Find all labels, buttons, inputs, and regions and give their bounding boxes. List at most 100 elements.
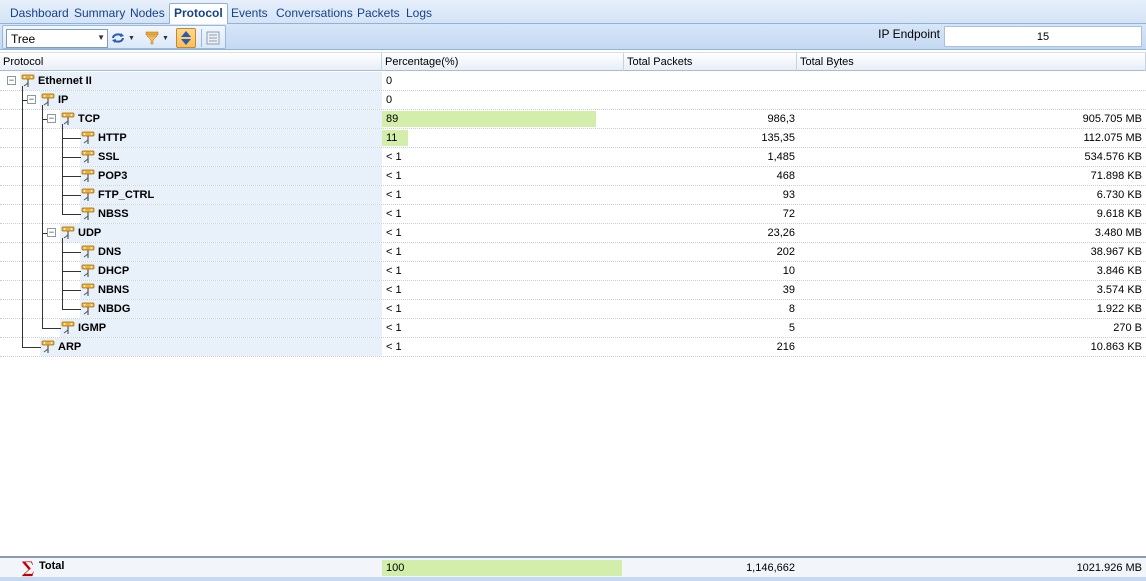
total-packets-cell: 23,26: [767, 227, 795, 239]
total-bytes-cell: [797, 72, 1144, 90]
protocol-node-icon: [81, 283, 95, 297]
total-packets-cell: [624, 91, 797, 109]
percentage-value: < 1: [386, 208, 402, 220]
tree-row[interactable]: DHCP < 1 10 3.846 KB: [0, 262, 1146, 281]
protocol-name: SSL: [98, 151, 120, 163]
protocol-cell: POP3: [0, 167, 382, 185]
percentage-cell: < 1: [382, 167, 624, 185]
collapse-icon[interactable]: −: [47, 228, 56, 237]
tree-row[interactable]: POP3 < 1 468 71.898 KB: [0, 167, 1146, 186]
view-controls: Tree ▼ ▼ ▼: [2, 25, 226, 49]
protocol-name: IGMP: [78, 322, 107, 334]
tab-nodes[interactable]: Nodes: [126, 4, 169, 22]
tree-row[interactable]: HTTP 11 135,35 112.075 MB: [0, 129, 1146, 148]
tree-row[interactable]: NBDG < 1 8 1.922 KB: [0, 300, 1146, 319]
protocol-node-icon: [41, 93, 55, 107]
protocol-cell: HTTP: [0, 129, 382, 147]
tab-packets[interactable]: Packets: [353, 4, 404, 22]
tree-row[interactable]: NBNS < 1 39 3.574 KB: [0, 281, 1146, 300]
tree-row[interactable]: NBSS < 1 72 9.618 KB: [0, 205, 1146, 224]
toolbar: Tree ▼ ▼ ▼ IP Endpoint 15: [0, 24, 1146, 50]
grid-view-button[interactable]: [206, 28, 220, 48]
tree-row[interactable]: DNS < 1 202 38.967 KB: [0, 243, 1146, 262]
tree-connector: [22, 86, 23, 347]
protocol-name: NBNS: [98, 284, 130, 296]
tab-summary[interactable]: Summary: [70, 4, 129, 22]
protocol-cell: NBDG: [0, 300, 382, 318]
tree-row[interactable]: FTP_CTRL < 1 93 6.730 KB: [0, 186, 1146, 205]
tab-logs[interactable]: Logs: [402, 4, 436, 22]
status-strip: [0, 577, 1146, 581]
percentage-cell: < 1: [382, 281, 624, 299]
tree-connector: [62, 157, 81, 158]
tree-connector: [62, 195, 81, 196]
percentage-cell: < 1: [382, 186, 624, 204]
protocol-cell: DHCP: [0, 262, 382, 280]
tree-connector: [62, 124, 63, 214]
tree-connector: [42, 328, 61, 329]
percentage-cell: 89: [382, 110, 624, 128]
node-highlight: [80, 148, 382, 166]
protocol-cell: − TCP: [0, 110, 382, 128]
tab-dashboard[interactable]: Dashboard: [6, 4, 73, 22]
percentage-cell: < 1: [382, 262, 624, 280]
collapse-icon[interactable]: −: [27, 95, 36, 104]
column-header-protocol[interactable]: Protocol: [0, 53, 382, 71]
tree-connector: [62, 271, 81, 272]
tree-connector: [62, 290, 81, 291]
total-bytes-cell: [797, 91, 1144, 109]
percentage-cell: < 1: [382, 338, 624, 356]
protocol-cell: DNS: [0, 243, 382, 261]
protocol-cell: NBNS: [0, 281, 382, 299]
protocol-node-icon: [81, 207, 95, 221]
column-header-total-packets[interactable]: Total Packets: [624, 53, 797, 71]
total-packets-cell: 5: [788, 322, 795, 334]
tab-protocol[interactable]: Protocol: [169, 3, 228, 24]
protocol-name: FTP_CTRL: [98, 189, 155, 201]
protocol-node-icon: [81, 245, 95, 259]
protocol-cell: SSL: [0, 148, 382, 166]
column-header-total-bytes[interactable]: Total Bytes: [797, 53, 1146, 71]
total-bytes-cell: 10.863 KB: [1090, 341, 1142, 353]
collapse-icon[interactable]: −: [47, 114, 56, 123]
protocol-node-icon: [61, 226, 75, 240]
total-bytes-cell: 1.922 KB: [1096, 303, 1142, 315]
total-bytes: 1021.926 MB: [1076, 562, 1142, 574]
tree-connector: [62, 214, 81, 215]
filter-button[interactable]: ▼: [144, 28, 169, 48]
protocol-name: POP3: [98, 170, 128, 182]
total-percentage-cell: 100: [382, 559, 624, 577]
total-packets: 1,146,662: [746, 562, 795, 574]
tree-row[interactable]: IGMP < 1 5 270 B: [0, 319, 1146, 338]
collapse-icon[interactable]: −: [7, 76, 16, 85]
protocol-name: IP: [58, 94, 69, 106]
protocol-cell: NBSS: [0, 205, 382, 223]
tree-connector: [62, 138, 81, 139]
tree-row[interactable]: ARP < 1 216 10.863 KB: [0, 338, 1146, 357]
percentage-bar: [382, 560, 622, 576]
percentage-value: 0: [386, 94, 393, 106]
filter-icon: [145, 31, 159, 45]
percentage-cell: < 1: [382, 224, 624, 242]
total-packets-cell: 8: [788, 303, 795, 315]
protocol-node-icon: [21, 74, 35, 88]
tree-row[interactable]: − UDP < 1 23,26 3.480 MB: [0, 224, 1146, 243]
ip-endpoint-label: IP Endpoint: [878, 27, 940, 41]
total-packets-cell: 202: [776, 246, 795, 258]
tab-conversations[interactable]: Conversations: [272, 4, 357, 22]
total-packets-cell: 72: [782, 208, 795, 220]
column-header-percentage[interactable]: Percentage(%): [382, 53, 624, 71]
refresh-button[interactable]: ▼: [110, 28, 135, 48]
tree-row[interactable]: − Ethernet II 0: [0, 72, 1146, 91]
protocol-node-icon: [81, 131, 95, 145]
tree-connector: [62, 238, 63, 309]
tree-row[interactable]: − IP 0: [0, 91, 1146, 110]
tree-row[interactable]: SSL < 1 1,485 534.576 KB: [0, 148, 1146, 167]
tree-row[interactable]: − TCP 89 986,3 905.705 MB: [0, 110, 1146, 129]
sort-toggle-button[interactable]: [176, 28, 196, 48]
total-percentage: 100: [386, 562, 405, 574]
percentage-cell: < 1: [382, 319, 624, 337]
protocol-node-icon: [81, 302, 95, 316]
tab-events[interactable]: Events: [227, 4, 272, 22]
view-mode-select[interactable]: Tree ▼: [6, 29, 108, 48]
